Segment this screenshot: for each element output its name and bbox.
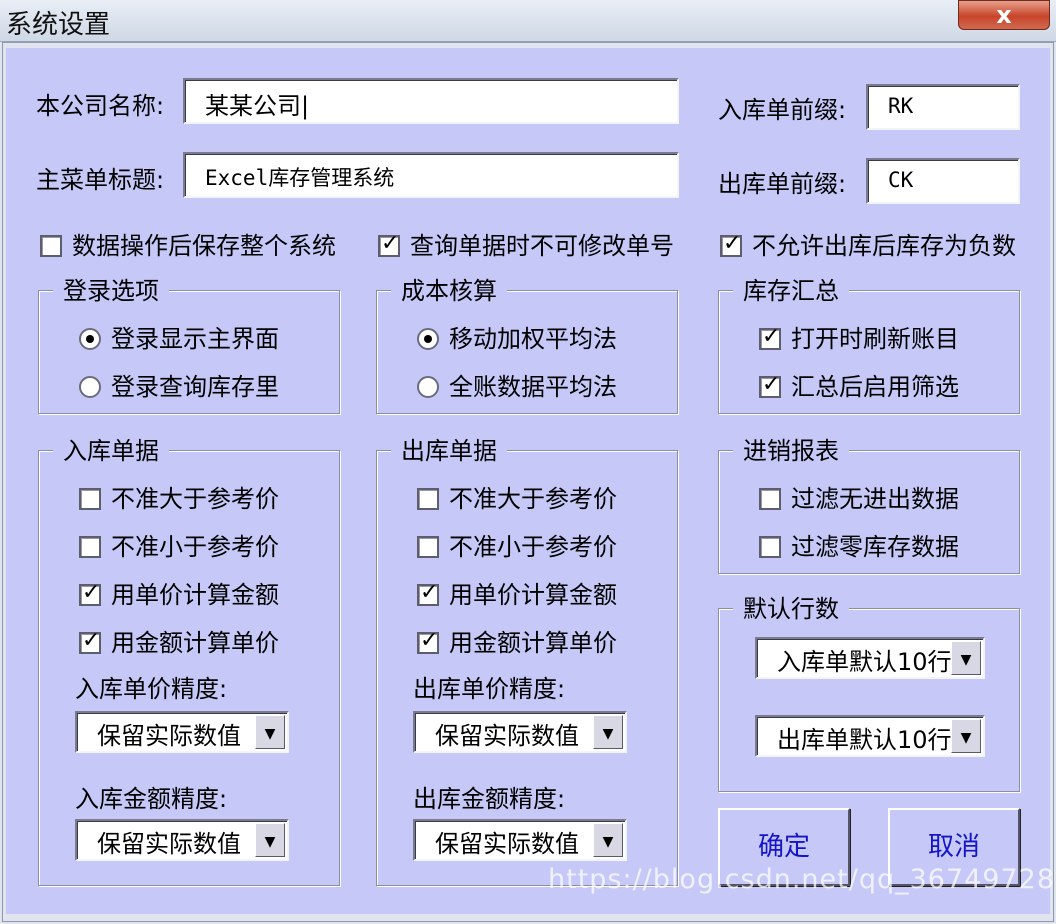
- out-price-precision-select[interactable]: 保留实际数值 ▼: [413, 711, 627, 753]
- full-average-radio[interactable]: 全账数据平均法: [417, 367, 617, 401]
- checkbox-checked-icon: ✓: [720, 231, 742, 257]
- chevron-down-icon[interactable]: ▼: [255, 823, 285, 857]
- lock-doc-number-checkbox[interactable]: ✓ 查询单据时不可修改单号: [378, 226, 674, 260]
- out-default-rows-select[interactable]: 出库单默认10行 ▼: [755, 715, 985, 757]
- chevron-down-icon[interactable]: ▼: [593, 823, 623, 857]
- no-negative-stock-checkbox[interactable]: ✓ 不允许出库后库存为负数: [720, 226, 1016, 260]
- checkbox-icon: [417, 536, 439, 558]
- checkbox-icon: [79, 536, 101, 558]
- stock-summary-group: 库存汇总 ✓ 打开时刷新账目 ✓ 汇总后启用筛选: [718, 271, 1020, 414]
- in-prefix-label: 入库单前缀:: [718, 96, 847, 124]
- checkbox-icon: [759, 536, 781, 558]
- title-bar: 系统设置 x: [0, 0, 1056, 42]
- login-show-main-radio[interactable]: 登录显示主界面: [79, 319, 279, 353]
- out-prefix-label: 出库单前缀:: [718, 170, 847, 198]
- menu-title-label: 主菜单标题:: [36, 166, 165, 194]
- filter-no-movement-checkbox[interactable]: 过滤无进出数据: [759, 479, 959, 513]
- checkbox-checked-icon: ✓: [417, 628, 439, 654]
- login-query-stock-radio[interactable]: 登录查询库存里: [79, 367, 279, 401]
- in-price-precision-label: 入库单价精度:: [75, 675, 228, 703]
- radio-icon: [417, 376, 439, 398]
- save-whole-system-checkbox[interactable]: 数据操作后保存整个系统: [40, 226, 336, 260]
- stock-summary-title: 库存汇总: [733, 271, 849, 306]
- in-price-precision-select[interactable]: 保留实际数值 ▼: [75, 711, 289, 753]
- window-title: 系统设置: [6, 10, 111, 40]
- in-doc-group: 入库单据 不准大于参考价 不准小于参考价 ✓ 用单价计算金额 ✓ 用金额计算单价 入…: [38, 431, 340, 886]
- company-name-input[interactable]: 某某公司|: [183, 78, 679, 124]
- close-button[interactable]: x: [958, 0, 1050, 30]
- chevron-down-icon[interactable]: ▼: [951, 719, 981, 753]
- in-doc-title: 入库单据: [53, 431, 169, 466]
- filter-zero-stock-checkbox[interactable]: 过滤零库存数据: [759, 527, 959, 561]
- out-amount-precision-label: 出库金额精度:: [413, 785, 566, 813]
- in-calc-amount-checkbox[interactable]: ✓ 用单价计算金额: [79, 575, 279, 609]
- report-title: 进销报表: [733, 431, 849, 466]
- in-default-rows-select[interactable]: 入库单默认10行 ▼: [755, 637, 985, 679]
- chevron-down-icon[interactable]: ▼: [593, 715, 623, 749]
- checkbox-checked-icon: ✓: [417, 580, 439, 606]
- close-icon: x: [996, 1, 1012, 29]
- out-not-above-ref-checkbox[interactable]: 不准大于参考价: [417, 479, 617, 513]
- dialog-client: 本公司名称: 某某公司| 入库单前缀: RK 主菜单标题: Excel库存管理系…: [6, 48, 1050, 914]
- checkbox-icon: [40, 235, 62, 257]
- checkbox-checked-icon: ✓: [759, 324, 781, 350]
- cost-accounting-title: 成本核算: [391, 271, 507, 306]
- watermark-text: https://blog.csdn.net/qq_36749728: [548, 864, 1056, 895]
- out-doc-title: 出库单据: [391, 431, 507, 466]
- cost-accounting-group: 成本核算 移动加权平均法 全账数据平均法: [376, 271, 678, 414]
- in-amount-precision-label: 入库金额精度:: [75, 785, 228, 813]
- menu-title-input[interactable]: Excel库存管理系统: [183, 152, 679, 198]
- out-prefix-input[interactable]: CK: [866, 158, 1020, 204]
- checkbox-checked-icon: ✓: [759, 372, 781, 398]
- moving-average-radio[interactable]: 移动加权平均法: [417, 319, 617, 353]
- checkbox-checked-icon: ✓: [378, 231, 400, 257]
- radio-selected-icon: [417, 328, 439, 350]
- company-name-label: 本公司名称:: [36, 92, 165, 120]
- chevron-down-icon[interactable]: ▼: [951, 641, 981, 675]
- login-options-title: 登录选项: [53, 271, 169, 306]
- in-amount-precision-select[interactable]: 保留实际数值 ▼: [75, 819, 289, 861]
- out-doc-group: 出库单据 不准大于参考价 不准小于参考价 ✓ 用单价计算金额 ✓ 用金额计算单价 出…: [376, 431, 678, 886]
- checkbox-checked-icon: ✓: [79, 628, 101, 654]
- checkbox-icon: [759, 488, 781, 510]
- default-rows-group: 默认行数 入库单默认10行 ▼ 出库单默认10行 ▼: [718, 589, 1020, 792]
- in-calc-price-checkbox[interactable]: ✓ 用金额计算单价: [79, 623, 279, 657]
- out-not-below-ref-checkbox[interactable]: 不准小于参考价: [417, 527, 617, 561]
- report-group: 进销报表 过滤无进出数据 过滤零库存数据: [718, 431, 1020, 574]
- refresh-on-open-checkbox[interactable]: ✓ 打开时刷新账目: [759, 319, 959, 353]
- out-amount-precision-select[interactable]: 保留实际数值 ▼: [413, 819, 627, 861]
- radio-selected-icon: [79, 328, 101, 350]
- login-options-group: 登录选项 登录显示主界面 登录查询库存里: [38, 271, 340, 414]
- checkbox-icon: [417, 488, 439, 510]
- out-calc-amount-checkbox[interactable]: ✓ 用单价计算金额: [417, 575, 617, 609]
- out-price-precision-label: 出库单价精度:: [413, 675, 566, 703]
- in-not-below-ref-checkbox[interactable]: 不准小于参考价: [79, 527, 279, 561]
- in-not-above-ref-checkbox[interactable]: 不准大于参考价: [79, 479, 279, 513]
- in-prefix-input[interactable]: RK: [866, 84, 1020, 130]
- checkbox-icon: [79, 488, 101, 510]
- filter-after-summary-checkbox[interactable]: ✓ 汇总后启用筛选: [759, 367, 959, 401]
- out-calc-price-checkbox[interactable]: ✓ 用金额计算单价: [417, 623, 617, 657]
- radio-icon: [79, 376, 101, 398]
- default-rows-title: 默认行数: [733, 589, 849, 624]
- chevron-down-icon[interactable]: ▼: [255, 715, 285, 749]
- checkbox-checked-icon: ✓: [79, 580, 101, 606]
